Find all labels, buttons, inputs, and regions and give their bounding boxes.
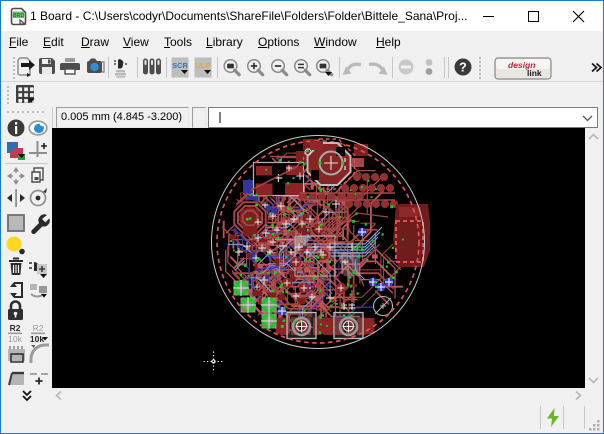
svg-text:10k: 10k	[30, 334, 44, 344]
svg-text:?: ?	[459, 61, 467, 75]
svg-text:SCR: SCR	[172, 61, 188, 70]
svg-text:link: link	[527, 68, 542, 78]
svg-text:10k: 10k	[8, 334, 22, 344]
svg-text:ULP: ULP	[196, 61, 211, 70]
svg-text:R2: R2	[10, 323, 21, 333]
svg-text:BRD: BRD	[13, 13, 25, 19]
svg-text:R2: R2	[33, 323, 44, 333]
